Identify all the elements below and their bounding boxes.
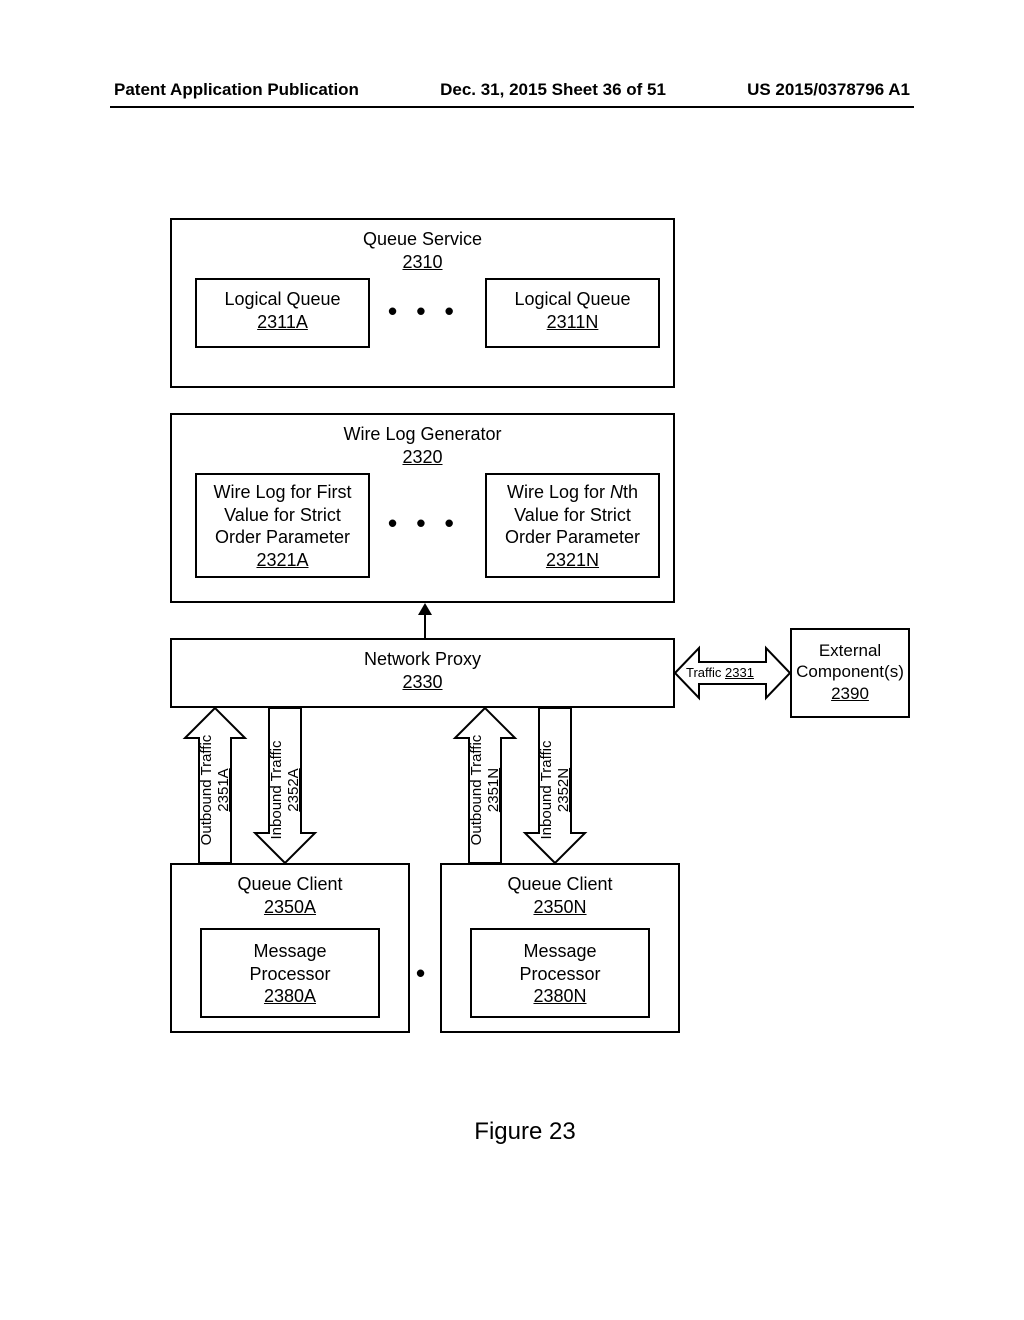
header-center: Dec. 31, 2015 Sheet 36 of 51 bbox=[440, 80, 666, 100]
out-a-text: Outbound Traffic bbox=[198, 735, 215, 846]
logical-queue-n-ref: 2311N bbox=[487, 311, 658, 334]
header-left: Patent Application Publication bbox=[114, 80, 359, 100]
inbound-a-label: Inbound Traffic2352A bbox=[268, 725, 302, 855]
logical-queue-n-title: Logical Queue bbox=[487, 288, 658, 311]
arrow-up-icon bbox=[415, 603, 435, 638]
qc-n-title: Queue Client bbox=[442, 873, 678, 896]
figure-diagram: Queue Service 2310 Logical Queue 2311A •… bbox=[140, 218, 910, 1038]
mp-a-ref: 2380A bbox=[202, 985, 378, 1008]
mp-a-l2: Processor bbox=[202, 963, 378, 986]
wla-l1: Wire Log for First bbox=[197, 481, 368, 504]
external-l1: External bbox=[792, 640, 908, 661]
wln-ref: 2321N bbox=[487, 549, 658, 572]
wire-log-n-box: Wire Log for Nth Value for Strict Order … bbox=[485, 473, 660, 578]
out-n-ref: 2351N bbox=[485, 768, 502, 812]
wln-l1-post: th bbox=[623, 482, 638, 502]
inbound-n-label: Inbound Traffic2352N bbox=[538, 725, 572, 855]
wln-l3: Order Parameter bbox=[487, 526, 658, 549]
logical-queue-a-ref: 2311A bbox=[197, 311, 368, 334]
traffic-ref: 2331 bbox=[725, 665, 754, 680]
wln-l2: Value for Strict bbox=[487, 504, 658, 527]
in-n-text: Inbound Traffic bbox=[538, 741, 555, 840]
in-a-text: Inbound Traffic bbox=[268, 741, 285, 840]
wla-l2: Value for Strict bbox=[197, 504, 368, 527]
external-l2: Component(s) bbox=[792, 661, 908, 682]
figure-caption: Figure 23 bbox=[140, 1118, 910, 1146]
outbound-a-label: Outbound Traffic2351A bbox=[198, 725, 232, 855]
logical-queue-n-box: Logical Queue 2311N bbox=[485, 278, 660, 348]
wla-ref: 2321A bbox=[197, 549, 368, 572]
patent-page: Patent Application Publication Dec. 31, … bbox=[0, 0, 1024, 1320]
external-ref: 2390 bbox=[792, 683, 908, 704]
wlg-ref: 2320 bbox=[172, 446, 673, 469]
wln-l1-em: N bbox=[610, 482, 623, 502]
wire-log-a-box: Wire Log for First Value for Strict Orde… bbox=[195, 473, 370, 578]
out-n-text: Outbound Traffic bbox=[468, 735, 485, 846]
queue-service-ref: 2310 bbox=[172, 251, 673, 274]
header-right: US 2015/0378796 A1 bbox=[747, 80, 910, 100]
wln-l1: Wire Log for Nth bbox=[487, 481, 658, 504]
wln-l1-pre: Wire Log for bbox=[507, 482, 610, 502]
network-proxy-box: Network Proxy 2330 bbox=[170, 638, 675, 708]
mp-n-l2: Processor bbox=[472, 963, 648, 986]
page-header: Patent Application Publication Dec. 31, … bbox=[110, 80, 914, 104]
header-rule bbox=[110, 106, 914, 108]
mp-n-ref: 2380N bbox=[472, 985, 648, 1008]
message-processor-n-box: Message Processor 2380N bbox=[470, 928, 650, 1018]
logical-queue-a-box: Logical Queue 2311A bbox=[195, 278, 370, 348]
wlg-title: Wire Log Generator bbox=[172, 423, 673, 446]
traffic-text: Traffic bbox=[686, 665, 725, 680]
message-processor-a-box: Message Processor 2380A bbox=[200, 928, 380, 1018]
qc-a-title: Queue Client bbox=[172, 873, 408, 896]
out-a-ref: 2351A bbox=[215, 768, 232, 811]
queue-service-title: Queue Service bbox=[172, 228, 673, 251]
wla-l3: Order Parameter bbox=[197, 526, 368, 549]
mp-n-l1: Message bbox=[472, 940, 648, 963]
qc-a-ref: 2350A bbox=[172, 896, 408, 919]
logical-queue-a-title: Logical Queue bbox=[197, 288, 368, 311]
mp-a-l1: Message bbox=[202, 940, 378, 963]
nproxy-ref: 2330 bbox=[172, 671, 673, 694]
in-n-ref: 2352N bbox=[555, 768, 572, 812]
traffic-label: Traffic 2331 bbox=[686, 665, 754, 680]
nproxy-title: Network Proxy bbox=[172, 648, 673, 671]
in-a-ref: 2352A bbox=[285, 768, 302, 811]
qc-n-ref: 2350N bbox=[442, 896, 678, 919]
ellipsis-icon: • • • bbox=[388, 508, 460, 539]
outbound-n-label: Outbound Traffic2351N bbox=[468, 725, 502, 855]
ellipsis-icon: • • • bbox=[388, 296, 460, 327]
external-components-box: External Component(s) 2390 bbox=[790, 628, 910, 718]
